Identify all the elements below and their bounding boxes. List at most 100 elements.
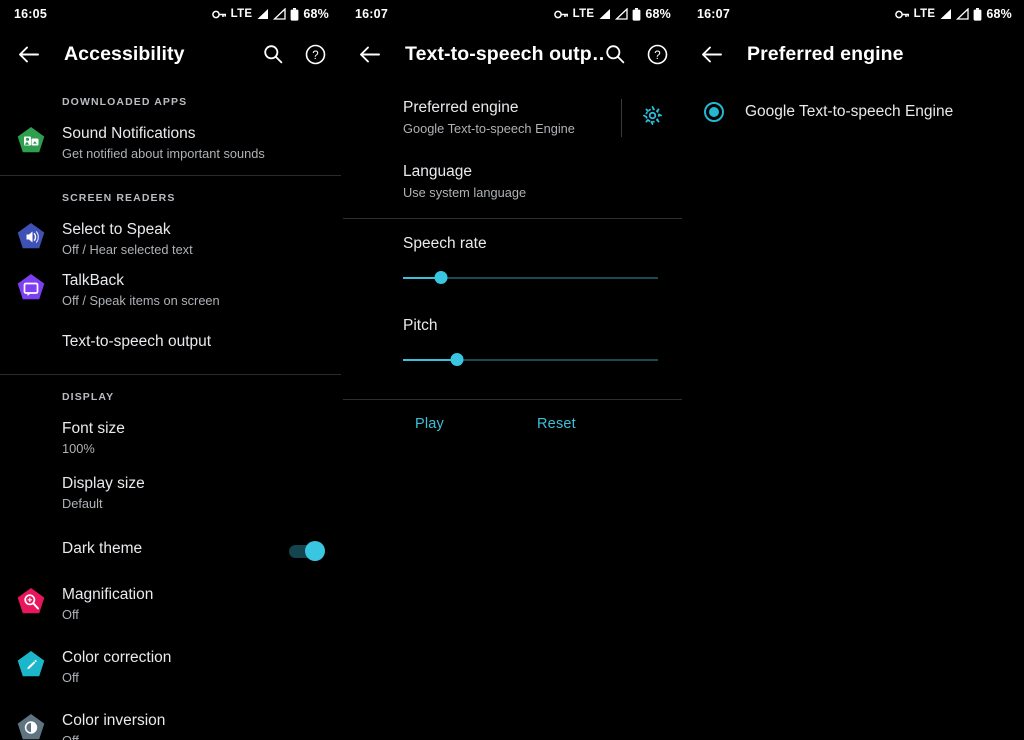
dark-theme-toggle[interactable] xyxy=(289,540,325,561)
list-item-title: Dark theme xyxy=(62,540,143,557)
battery-percent-label: 68% xyxy=(986,7,1012,21)
svg-text:?: ? xyxy=(312,50,318,62)
svg-text:?: ? xyxy=(654,50,660,62)
list-item-subtitle: Get notified about important sounds xyxy=(62,146,265,161)
list-item-title: Magnification xyxy=(62,586,154,603)
vertical-divider xyxy=(621,99,622,137)
vpn-key-icon xyxy=(211,9,227,20)
network-type-label: LTE xyxy=(572,8,595,20)
back-arrow-icon[interactable] xyxy=(355,40,383,68)
status-bar: 16:05 LTE 68% xyxy=(0,0,341,28)
list-item-dark-theme[interactable]: Dark theme xyxy=(0,529,341,569)
no-icon-spacer xyxy=(0,548,62,550)
battery-icon xyxy=(290,7,299,21)
list-item-subtitle: Default xyxy=(62,496,103,511)
radio-dot xyxy=(709,107,719,117)
list-item-magnification[interactable]: Magnification Off xyxy=(0,579,341,630)
no-icon-spacer xyxy=(0,419,62,421)
help-circle-icon[interactable]: ? xyxy=(303,42,327,66)
gear-icon[interactable] xyxy=(642,105,663,131)
list-item-title: Color correction xyxy=(62,649,172,666)
network-type-label: LTE xyxy=(230,8,253,20)
status-bar: 16:07 LTE 68% xyxy=(341,0,683,28)
list-item-color-inversion[interactable]: Color inversion Off xyxy=(0,705,341,740)
signal-bars-icon xyxy=(956,8,970,20)
battery-percent-label: 68% xyxy=(303,7,329,21)
status-bar: 16:07 LTE 68% xyxy=(683,0,1024,28)
slider-thumb[interactable] xyxy=(450,353,464,366)
back-arrow-icon[interactable] xyxy=(14,40,42,68)
signal-bars-icon xyxy=(256,8,269,20)
slider-thumb[interactable] xyxy=(434,271,448,284)
app-bar: Text-to-speech outp… ? xyxy=(341,28,683,80)
radio-option-label: Google Text-to-speech Engine xyxy=(745,103,954,120)
status-clock: 16:05 xyxy=(14,7,47,21)
language-title: Language xyxy=(403,163,472,180)
search-icon[interactable] xyxy=(261,42,285,66)
list-item-title: TalkBack xyxy=(62,272,125,289)
list-item-title: Font size xyxy=(62,420,125,437)
preferred-engine-subtitle: Google Text-to-speech Engine xyxy=(403,121,575,136)
page-title: Preferred engine xyxy=(747,42,904,65)
play-button[interactable]: Play xyxy=(341,416,444,432)
status-clock: 16:07 xyxy=(355,7,388,21)
list-item-subtitle: Off / Hear selected text xyxy=(62,242,193,257)
back-arrow-icon[interactable] xyxy=(697,40,725,68)
preferred-engine-title: Preferred engine xyxy=(403,99,519,116)
section-header-screen-readers: SCREEN READERS xyxy=(62,192,176,204)
list-item-title: Select to Speak xyxy=(62,221,171,238)
section-header-display: DISPLAY xyxy=(62,391,115,403)
sound-notifications-icon xyxy=(0,124,62,156)
list-item-display-size[interactable]: Display size Default xyxy=(0,468,341,519)
list-item-subtitle: Off / Speak items on screen xyxy=(62,293,220,308)
list-item-title: Sound Notifications xyxy=(62,125,196,142)
reset-button[interactable]: Reset xyxy=(444,416,576,432)
list-item-color-correction[interactable]: Color correction Off xyxy=(0,642,341,693)
magnification-icon xyxy=(0,585,62,617)
list-item-text-to-speech-output[interactable]: Text-to-speech output xyxy=(0,316,341,368)
help-circle-icon[interactable]: ? xyxy=(645,42,669,66)
list-item-sound-notifications[interactable]: Sound Notifications Get notified about i… xyxy=(0,118,341,169)
language-subtitle: Use system language xyxy=(403,185,527,200)
signal-bars-icon xyxy=(939,8,952,20)
page-title: Text-to-speech outp… xyxy=(405,42,603,65)
battery-percent-label: 68% xyxy=(645,7,671,21)
list-item-title: Color inversion xyxy=(62,712,166,729)
section-header-downloaded-apps: DOWNLOADED APPS xyxy=(62,96,188,108)
signal-bars-icon xyxy=(598,8,611,20)
signal-bars-icon xyxy=(615,8,629,20)
list-item-font-size[interactable]: Font size 100% xyxy=(0,413,341,464)
row-language[interactable]: Language Use system language xyxy=(341,152,683,218)
panel-accessibility: 16:05 LTE 68% Accessibility ? DOWNLOADED… xyxy=(0,0,341,740)
color-inversion-icon xyxy=(0,711,62,740)
slider-fill xyxy=(403,359,457,361)
battery-icon xyxy=(632,7,641,21)
select-to-speak-icon xyxy=(0,220,62,252)
page-title: Accessibility xyxy=(64,42,185,65)
battery-icon xyxy=(973,7,982,21)
vpn-key-icon xyxy=(553,9,569,20)
list-item-title: Text-to-speech output xyxy=(62,333,212,350)
row-preferred-engine[interactable]: Preferred engine Google Text-to-speech E… xyxy=(341,80,683,152)
search-icon[interactable] xyxy=(603,42,627,66)
status-clock: 16:07 xyxy=(697,7,730,21)
list-item-subtitle: Off xyxy=(62,607,79,622)
pitch-label: Pitch xyxy=(403,317,438,334)
signal-bars-icon xyxy=(273,8,287,20)
network-type-label: LTE xyxy=(913,8,936,20)
list-item-talkback[interactable]: TalkBack Off / Speak items on screen xyxy=(0,265,341,316)
radio-option-google-tts[interactable]: Google Text-to-speech Engine xyxy=(683,80,1024,136)
list-item-subtitle: 100% xyxy=(62,441,95,456)
app-bar: Accessibility ? xyxy=(0,28,341,80)
pitch-slider[interactable] xyxy=(403,353,658,367)
list-item-subtitle: Off xyxy=(62,670,79,685)
speech-rate-control: Speech rate xyxy=(341,219,683,295)
vpn-key-icon xyxy=(894,9,910,20)
list-item-title: Display size xyxy=(62,475,145,492)
radio-button-selected[interactable] xyxy=(704,102,724,122)
list-item-select-to-speak[interactable]: Select to Speak Off / Hear selected text xyxy=(0,214,341,265)
app-bar: Preferred engine xyxy=(683,28,1024,80)
toggle-thumb xyxy=(305,540,325,561)
speech-rate-slider[interactable] xyxy=(403,271,658,285)
list-item-subtitle: Off xyxy=(62,732,325,740)
